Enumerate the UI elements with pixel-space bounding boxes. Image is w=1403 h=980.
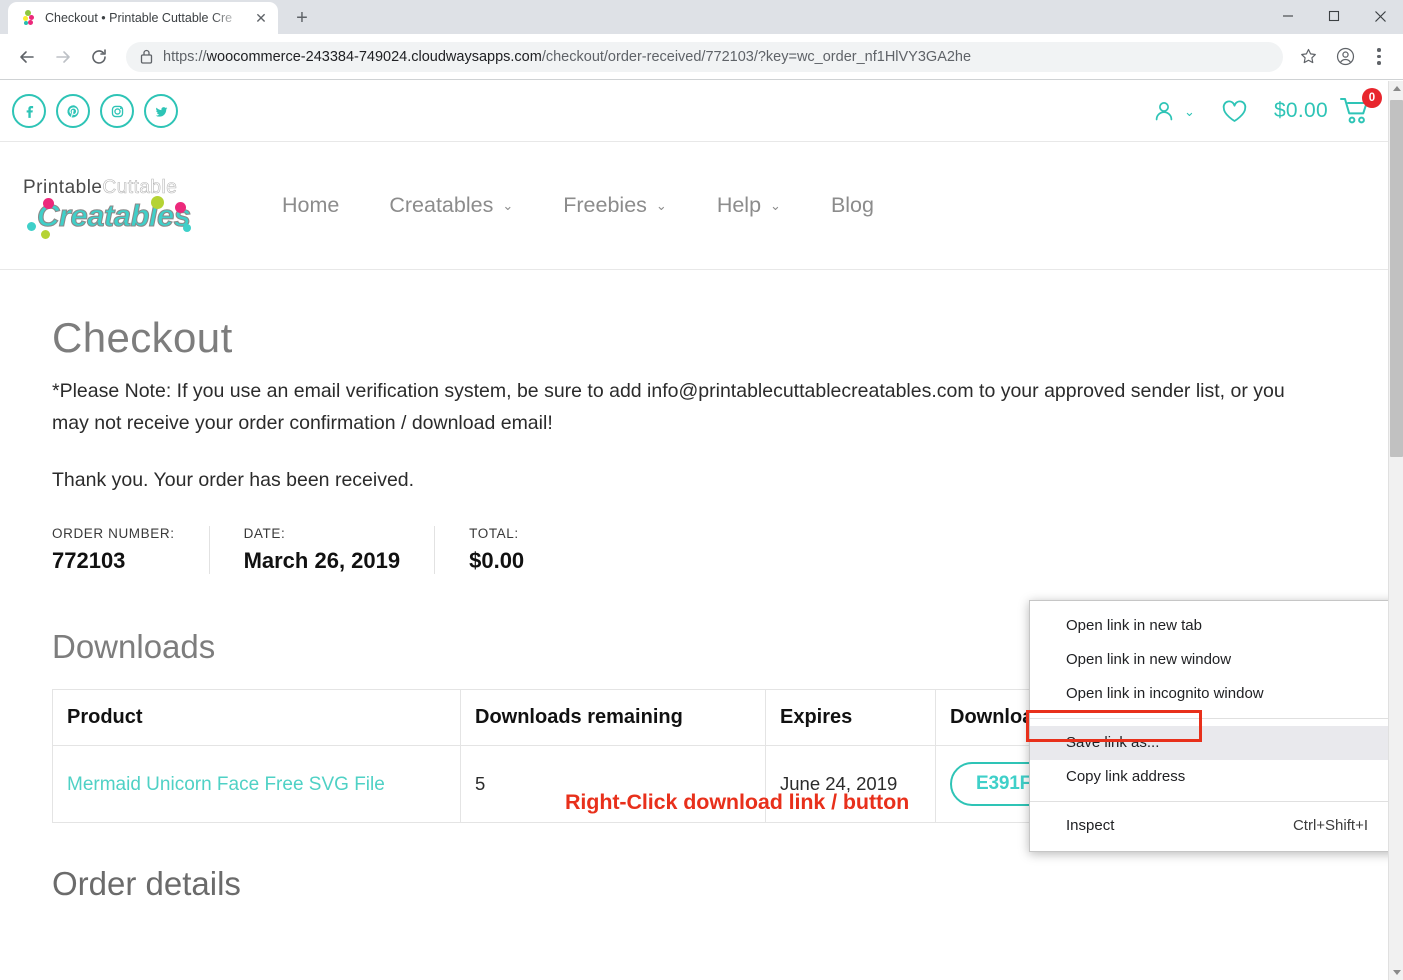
cart-total: $0.00	[1273, 99, 1328, 122]
url-path: /checkout/order-received/772103/?key=wc_…	[541, 48, 972, 65]
order-date-cell: DATE: March 26, 2019	[243, 526, 436, 575]
cart-widget[interactable]: $0.00 0	[1273, 88, 1382, 126]
annotation-text: Right-Click download link / button	[565, 790, 910, 814]
nav-label: Blog	[830, 193, 874, 217]
nav-item-blog[interactable]: Blog	[806, 193, 899, 218]
close-window-icon[interactable]	[1357, 0, 1403, 32]
chevron-down-icon: ⌄	[770, 197, 781, 213]
wishlist-heart-icon[interactable]	[1221, 99, 1248, 124]
window-controls	[1265, 0, 1403, 32]
context-menu-item-open-new-tab[interactable]: Open link in new tab	[1030, 609, 1402, 643]
site-utility-bar: ⌄ $0.00 0	[0, 81, 1389, 142]
utility-right-group: ⌄ $0.00 0	[1151, 88, 1382, 126]
site-logo[interactable]: PrintableCuttable Creatables	[23, 177, 207, 240]
order-summary: ORDER NUMBER: 772103 DATE: March 26, 201…	[52, 526, 1337, 575]
nav-label: Help	[716, 193, 762, 217]
forward-icon[interactable]	[46, 40, 80, 74]
browser-menu-icon[interactable]	[1365, 41, 1393, 73]
cart-count-badge: 0	[1362, 88, 1382, 108]
context-menu-item-inspect[interactable]: Inspect Ctrl+Shift+I	[1030, 809, 1402, 843]
maximize-icon[interactable]	[1311, 0, 1357, 32]
logo-creatables: Creatables	[36, 198, 191, 234]
context-menu-shortcut: Ctrl+Shift+I	[1292, 817, 1368, 834]
order-total-label: TOTAL:	[469, 526, 519, 542]
minimize-icon[interactable]	[1265, 0, 1311, 32]
tab-close-icon[interactable]: ✕	[252, 9, 270, 27]
email-note: *Please Note: If you use an email verifi…	[52, 380, 1285, 434]
social-links	[12, 94, 178, 128]
page-title: Checkout	[52, 314, 233, 361]
back-icon[interactable]	[10, 40, 44, 74]
tab-title: Checkout • Printable Cuttable Cre	[45, 11, 233, 25]
address-bar[interactable]: https://woocommerce-243384-749024.cloudw…	[126, 41, 1283, 72]
logo-line-1: PrintableCuttable	[23, 177, 207, 199]
annotation-highlight-box	[1026, 710, 1202, 742]
order-date-label: DATE:	[243, 526, 286, 542]
new-tab-button[interactable]: +	[288, 4, 316, 32]
context-menu-item-open-new-window[interactable]: Open link in new window	[1030, 643, 1402, 677]
chevron-down-icon: ⌄	[655, 197, 667, 213]
context-menu-item-open-incognito[interactable]: Open link in incognito window	[1030, 677, 1402, 711]
logo-cuttable: Cuttable	[102, 177, 178, 199]
url-text: https://woocommerce-243384-749024.cloudw…	[163, 49, 971, 65]
browser-toolbar: https://woocommerce-243384-749024.cloudw…	[0, 34, 1403, 80]
browser-window: Checkout • Printable Cuttable Cre ✕ + ht…	[0, 0, 1403, 980]
nav-label: Home	[282, 193, 340, 217]
twitter-icon[interactable]	[144, 94, 178, 128]
facebook-icon[interactable]	[12, 94, 46, 128]
order-total-cell: TOTAL: $0.00	[469, 526, 558, 574]
nav-label: Freebies	[563, 193, 647, 217]
nav-item-home[interactable]: Home	[257, 193, 364, 218]
site-header: PrintableCuttable Creatables Home Creata…	[0, 142, 1389, 270]
cell-product: Mermaid Unicorn Face Free SVG File	[52, 745, 461, 824]
bookmark-star-icon[interactable]	[1293, 42, 1323, 72]
logo-line-2: Creatables	[23, 196, 207, 240]
browser-tab[interactable]: Checkout • Printable Cuttable Cre ✕	[8, 2, 278, 34]
order-date-value: March 26, 2019	[243, 548, 401, 574]
pinterest-icon[interactable]	[56, 94, 90, 128]
instagram-icon[interactable]	[100, 94, 134, 128]
column-header-expires: Expires	[765, 689, 936, 747]
scrollbar-up-arrow-icon[interactable]	[1389, 81, 1403, 96]
column-header-downloads-remaining: Downloads remaining	[460, 689, 766, 747]
order-number-label: ORDER NUMBER:	[52, 526, 175, 542]
context-menu-item-copy-link-address[interactable]: Copy link address	[1030, 760, 1402, 794]
lock-icon	[140, 49, 153, 64]
nav-item-help[interactable]: Help ⌄	[692, 193, 806, 218]
order-details-heading: Order details	[52, 865, 241, 903]
thank-you-message: Thank you. Your order has been received.	[52, 469, 415, 492]
nav-item-freebies[interactable]: Freebies ⌄	[538, 193, 692, 218]
product-link[interactable]: Mermaid Unicorn Face Free SVG File	[67, 774, 385, 795]
browser-titlebar: Checkout • Printable Cuttable Cre ✕ +	[0, 0, 1403, 34]
column-header-product: Product	[52, 689, 461, 747]
profile-avatar-icon[interactable]	[1329, 41, 1361, 73]
nav-item-creatables[interactable]: Creatables ⌄	[364, 193, 538, 218]
account-menu[interactable]: ⌄	[1151, 98, 1195, 124]
url-scheme: https://	[163, 48, 207, 65]
url-host: woocommerce-243384-749024.cloudwaysapps.…	[206, 48, 542, 65]
order-number-cell: ORDER NUMBER: 772103	[52, 526, 210, 575]
nav-label: Creatables	[389, 193, 494, 217]
reload-icon[interactable]	[82, 40, 116, 74]
cart-icon[interactable]: 0	[1339, 88, 1382, 126]
main-navigation: Home Creatables ⌄ Freebies ⌄ Help ⌄ Blog	[257, 193, 899, 218]
order-number-value: 772103	[52, 548, 126, 574]
page-scrollbar[interactable]	[1388, 81, 1403, 980]
context-menu-separator	[1030, 801, 1402, 802]
scrollbar-down-arrow-icon[interactable]	[1389, 965, 1403, 980]
chevron-down-icon: ⌄	[502, 197, 514, 213]
favicon-icon	[20, 10, 36, 26]
logo-printable: Printable	[23, 177, 103, 199]
order-total-value: $0.00	[469, 548, 525, 574]
chevron-down-icon: ⌄	[1184, 103, 1195, 119]
scrollbar-thumb[interactable]	[1390, 100, 1403, 457]
context-menu-item-label: Inspect	[1066, 817, 1115, 834]
